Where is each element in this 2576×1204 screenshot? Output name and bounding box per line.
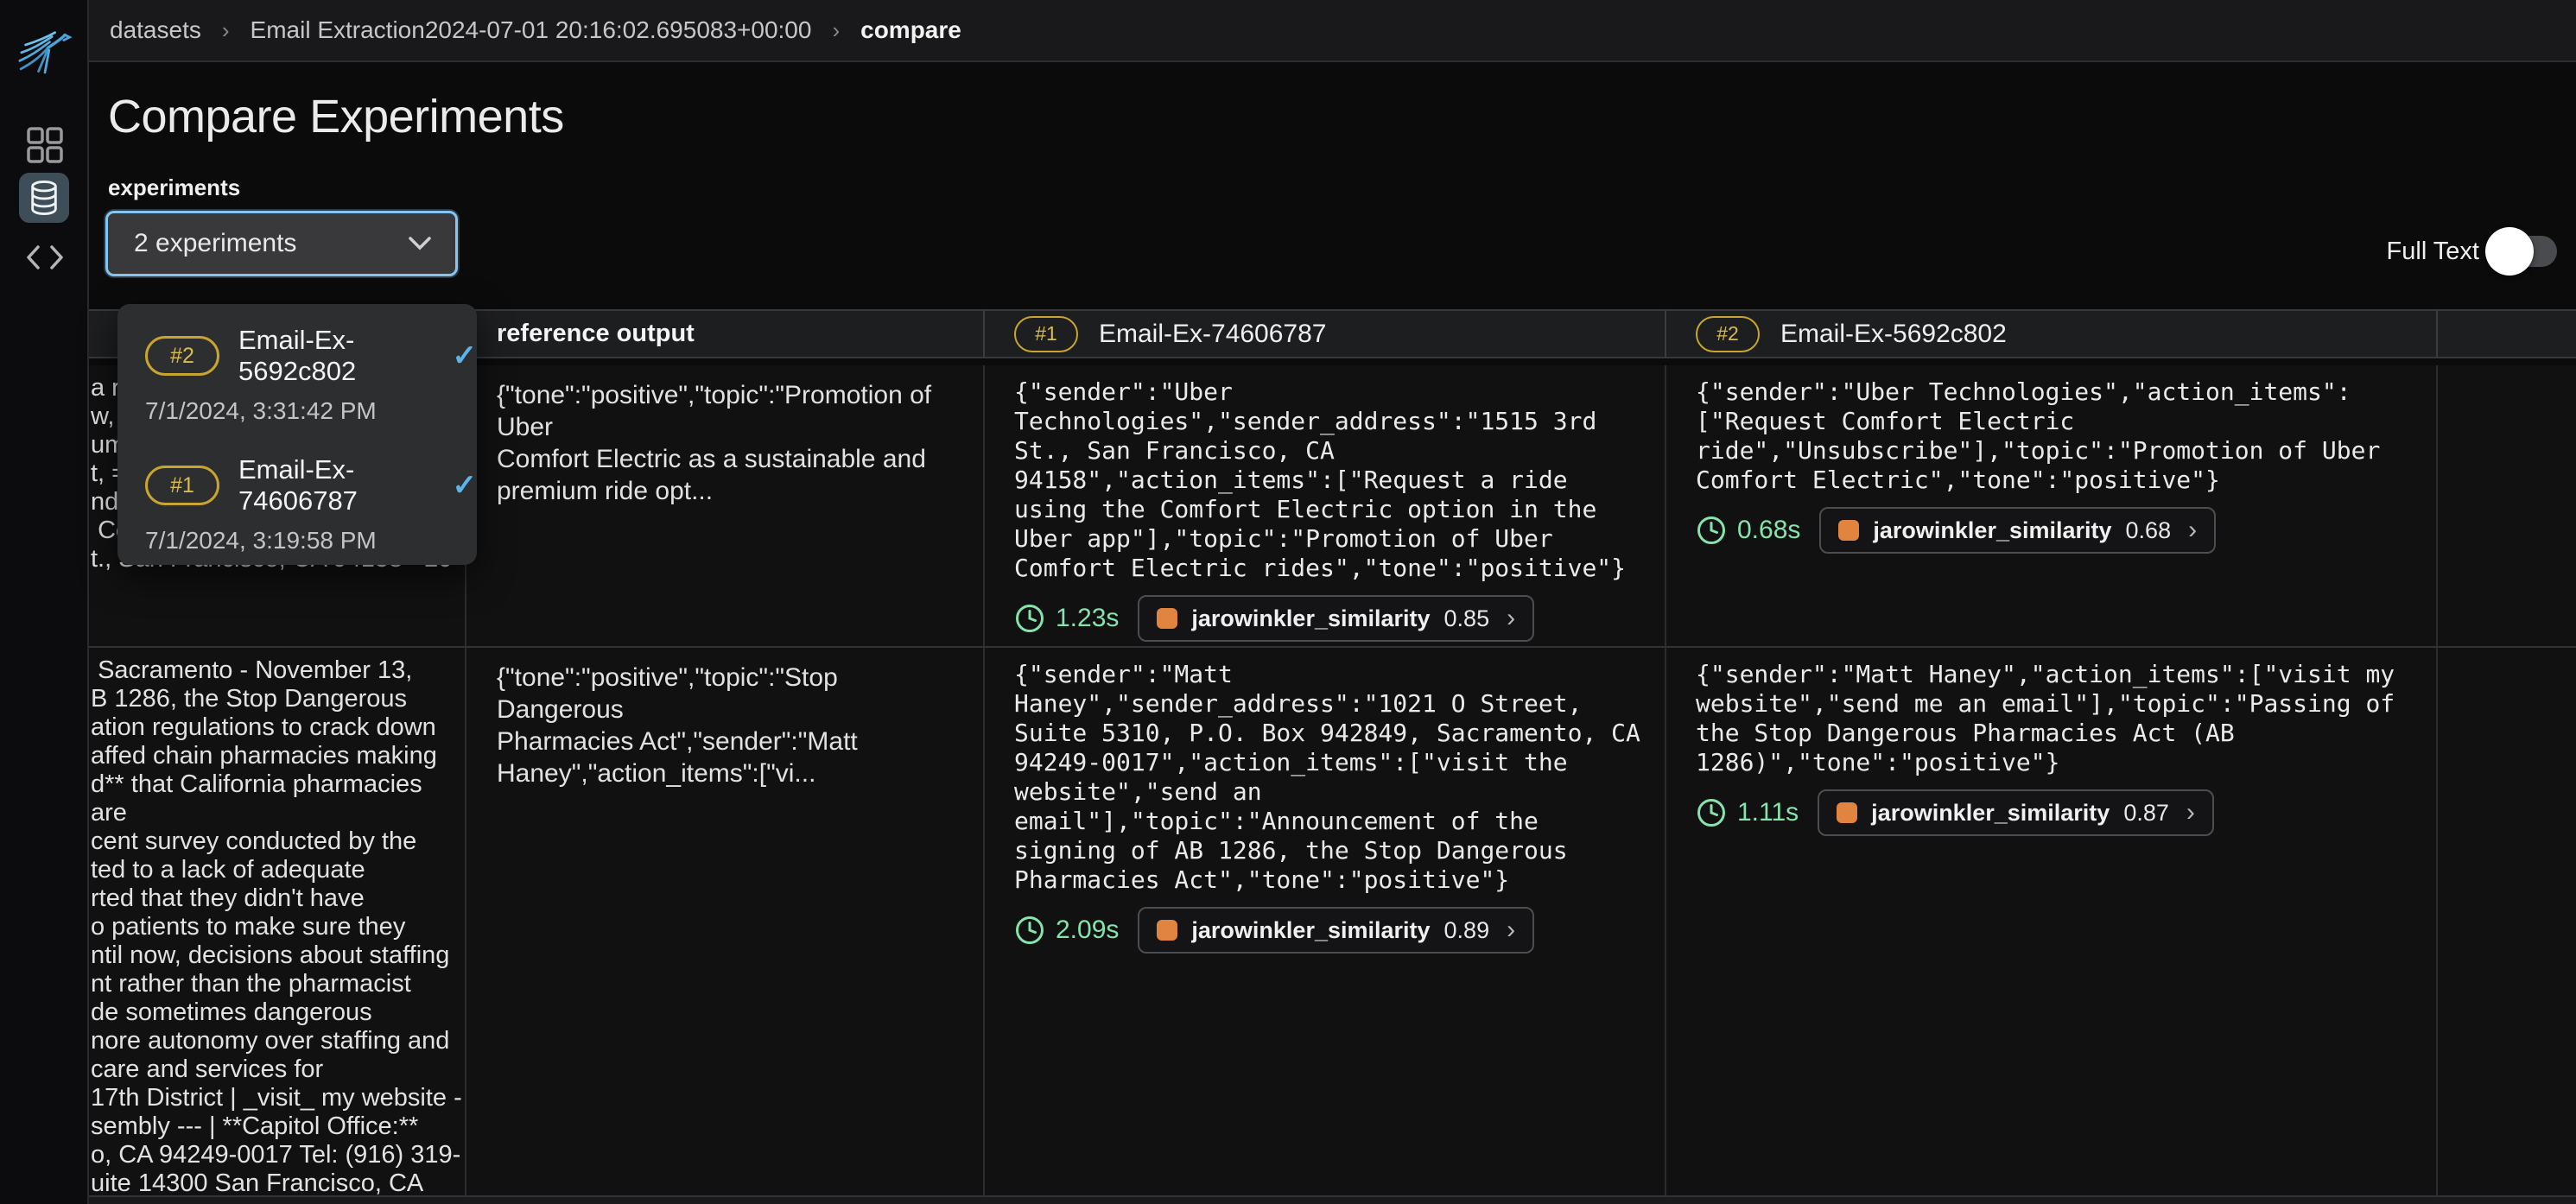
breadcrumb-datasets[interactable]: datasets	[110, 16, 201, 44]
latency: 2.09s	[1014, 915, 1119, 946]
sidebar	[0, 0, 89, 1204]
latency-value: 1.23s	[1056, 604, 1119, 633]
feedback-value: 0.68	[2126, 517, 2172, 544]
experiments-select-value: 2 experiments	[134, 229, 296, 258]
check-icon: ✓	[453, 339, 478, 373]
clock-icon	[1014, 915, 1045, 946]
reference-text: {"tone":"positive","topic":"Stop Dangero…	[466, 648, 983, 789]
breadcrumb-dataset-name[interactable]: Email Extraction2024-07-01 20:16:02.6950…	[251, 16, 812, 44]
rank-badge: #2	[145, 336, 219, 376]
latency: 0.68s	[1696, 515, 1800, 546]
clock-icon	[1696, 515, 1727, 546]
full-text-label: Full Text	[2387, 238, 2479, 266]
feedback-value: 0.85	[1444, 605, 1490, 632]
experiment1-header-name: Email-Ex-74606787	[1099, 320, 1326, 349]
breadcrumb-compare: compare	[860, 16, 961, 44]
feedback-name: jarowinkler_similarity	[1873, 517, 2111, 544]
experiment-name: Email-Ex-5692c802	[238, 325, 432, 387]
experiments-select[interactable]: 2 experiments	[105, 211, 458, 276]
feedback-swatch-icon	[1838, 520, 1859, 541]
feedback-name: jarowinkler_similarity	[1871, 800, 2110, 827]
experiment2-json: {"sender":"Matt Haney","action_items":["…	[1666, 648, 2436, 777]
reference-output-header-label: reference output	[466, 320, 695, 348]
reference-output-cell[interactable]: {"tone":"positive","topic":"Stop Dangero…	[466, 648, 985, 1197]
reference-output-header: reference output	[466, 309, 985, 358]
chevron-right-icon: ›	[2186, 798, 2195, 827]
input-cell[interactable]: Sacramento - November 13, B 1286, the St…	[89, 648, 466, 1197]
rank-badge: #1	[145, 466, 219, 505]
experiment-option[interactable]: #1 Email-Ex-74606787 ✓ 7/1/2024, 3:19:58…	[145, 454, 477, 554]
feedback-name: jarowinkler_similarity	[1191, 917, 1430, 944]
experiments-dropdown-menu: #2 Email-Ex-5692c802 ✓ 7/1/2024, 3:31:42…	[117, 304, 477, 565]
rank-badge: #2	[1696, 316, 1760, 352]
chevron-right-icon: ›	[1507, 916, 1515, 945]
feedback-chip[interactable]: jarowinkler_similarity 0.89 ›	[1138, 907, 1534, 954]
table-bottom-strip	[89, 1197, 2576, 1204]
breadcrumb-separator-icon: ›	[832, 17, 840, 44]
experiment1-output-cell[interactable]: {"sender":"Matt Haney","sender_address":…	[985, 648, 1666, 1197]
check-icon: ✓	[453, 468, 478, 503]
experiment-option[interactable]: #2 Email-Ex-5692c802 ✓ 7/1/2024, 3:31:42…	[145, 325, 477, 425]
experiment-timestamp: 7/1/2024, 3:19:58 PM	[145, 527, 477, 554]
chevron-right-icon: ›	[1507, 604, 1515, 633]
latency: 1.11s	[1696, 797, 1799, 828]
chevron-right-icon: ›	[2188, 516, 2197, 545]
feedback-name: jarowinkler_similarity	[1191, 605, 1430, 632]
experiment2-output-cell[interactable]: {"sender":"Matt Haney","action_items":["…	[1666, 648, 2438, 1197]
feedback-chip[interactable]: jarowinkler_similarity 0.68 ›	[1819, 507, 2216, 554]
extra-cell	[2438, 648, 2576, 1197]
extra-cell	[2438, 365, 2576, 648]
rank-badge: #1	[1014, 316, 1078, 352]
latency-value: 2.09s	[1056, 916, 1119, 945]
extra-column-header	[2438, 309, 2576, 358]
sidebar-item-datasets-active[interactable]	[19, 173, 69, 223]
experiment1-output-cell[interactable]: {"sender":"Uber Technologies","sender_ad…	[985, 365, 1666, 648]
breadcrumb: datasets › Email Extraction2024-07-01 20…	[89, 0, 2576, 62]
experiment-name: Email-Ex-74606787	[238, 454, 432, 516]
full-text-toggle[interactable]	[2493, 235, 2557, 268]
experiment2-output-cell[interactable]: {"sender":"Uber Technologies","action_it…	[1666, 365, 2438, 648]
feedback-value: 0.89	[1444, 917, 1490, 944]
feedback-swatch-icon	[1157, 608, 1177, 629]
experiment1-column-header[interactable]: #1 Email-Ex-74606787	[985, 309, 1666, 358]
feedback-swatch-icon	[1157, 920, 1177, 941]
database-icon	[28, 180, 60, 216]
reference-text: {"tone":"positive","topic":"Promotion of…	[466, 365, 983, 507]
latency: 1.23s	[1014, 603, 1119, 634]
experiment2-json: {"sender":"Uber Technologies","action_it…	[1666, 365, 2436, 495]
experiment1-json: {"sender":"Matt Haney","sender_address":…	[985, 648, 1665, 895]
latency-value: 0.68s	[1737, 516, 1800, 545]
experiments-label: experiments	[108, 174, 240, 201]
breadcrumb-separator-icon: ›	[222, 17, 230, 44]
experiment1-json: {"sender":"Uber Technologies","sender_ad…	[985, 365, 1665, 583]
chevron-down-icon	[407, 235, 433, 252]
code-icon[interactable]	[0, 244, 89, 271]
brand-logo-icon[interactable]	[14, 16, 73, 78]
feedback-value: 0.87	[2123, 800, 2169, 827]
feedback-swatch-icon	[1837, 802, 1857, 823]
feedback-chip[interactable]: jarowinkler_similarity 0.87 ›	[1818, 789, 2214, 836]
toggle-knob[interactable]	[2485, 227, 2534, 276]
apps-grid-icon[interactable]	[0, 126, 89, 164]
input-text: Sacramento - November 13, B 1286, the St…	[89, 648, 465, 1197]
experiment2-column-header[interactable]: #2 Email-Ex-5692c802	[1666, 309, 2438, 358]
full-text-control: Full Text	[2387, 235, 2557, 268]
page-title: Compare Experiments	[108, 90, 564, 143]
experiment2-header-name: Email-Ex-5692c802	[1780, 320, 2007, 349]
clock-icon	[1014, 603, 1045, 634]
clock-icon	[1696, 797, 1727, 828]
reference-output-cell[interactable]: {"tone":"positive","topic":"Promotion of…	[466, 365, 985, 648]
experiment-timestamp: 7/1/2024, 3:31:42 PM	[145, 397, 477, 425]
latency-value: 1.11s	[1737, 798, 1799, 827]
feedback-chip[interactable]: jarowinkler_similarity 0.85 ›	[1138, 595, 1534, 642]
